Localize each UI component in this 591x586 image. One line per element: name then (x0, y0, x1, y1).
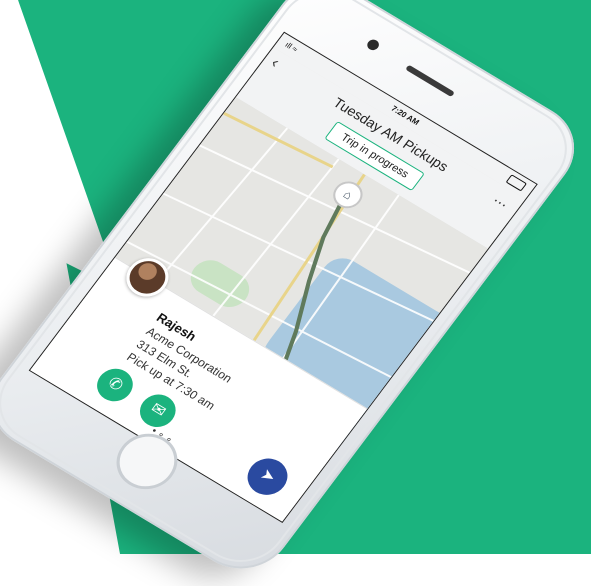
phone-icon[interactable]: ✆ (90, 362, 140, 408)
navigate-icon[interactable]: ➤ (239, 451, 296, 502)
